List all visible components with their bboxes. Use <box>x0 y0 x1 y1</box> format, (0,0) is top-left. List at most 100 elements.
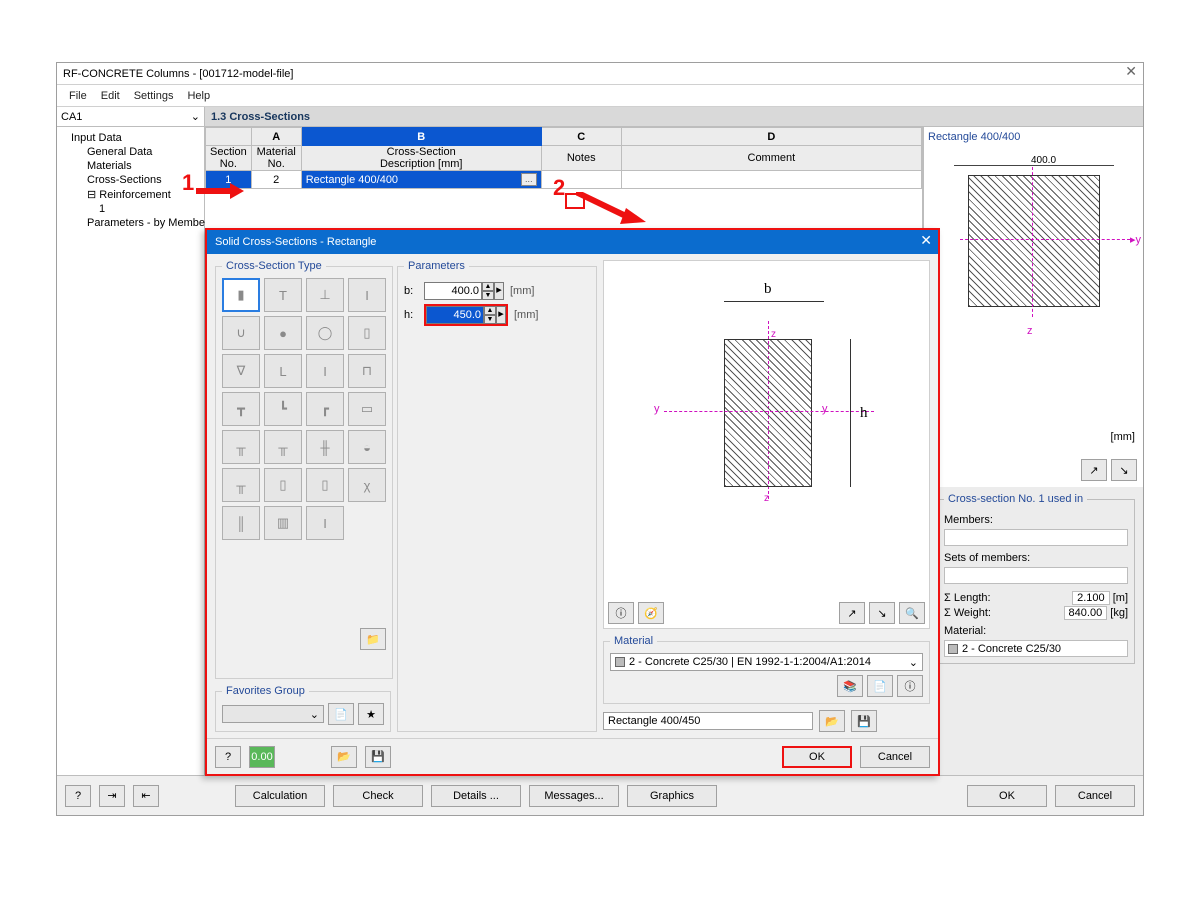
material-group: Material 2 - Concrete C25/30 | EN 1992-1… <box>603 635 930 704</box>
h-pick-button[interactable]: ▸ <box>496 306 506 324</box>
preview-view-1-button[interactable]: ↗ <box>1081 459 1107 481</box>
h-input[interactable] <box>426 306 484 324</box>
shape-generic11-button[interactable]: ▥ <box>264 506 302 540</box>
tree-cross-sections[interactable]: Cross-Sections <box>59 173 202 187</box>
shape-i-narrow-button[interactable]: I <box>348 278 386 312</box>
import-icon-button[interactable]: ⇥ <box>99 785 125 807</box>
help-icon-button[interactable]: ? <box>65 785 91 807</box>
material-info-button[interactable]: ⓘ <box>897 675 923 697</box>
hdr-section-no: Section No. <box>206 146 252 171</box>
shape-generic1-button[interactable]: ▭ <box>348 392 386 426</box>
shape-hollow-rect-button[interactable]: ┏ <box>306 392 344 426</box>
length-value: 2.100 <box>1072 591 1110 605</box>
calculation-button[interactable]: Calculation <box>235 785 325 807</box>
details-button[interactable]: Details ... <box>431 785 521 807</box>
shape-generic6-button[interactable]: ╥ <box>222 468 260 502</box>
material-combo[interactable]: 2 - Concrete C25/30 | EN 1992-1-1:2004/A… <box>610 653 923 671</box>
check-button[interactable]: Check <box>333 785 423 807</box>
b-input[interactable] <box>424 282 482 300</box>
cell-description[interactable]: Rectangle 400/400 … <box>301 171 541 189</box>
export-icon-button[interactable]: ⇤ <box>133 785 159 807</box>
preview-axis1-button[interactable]: ↗ <box>839 602 865 624</box>
shape-circle-button[interactable]: ● <box>264 316 302 350</box>
b-pick-button[interactable]: ▸ <box>494 282 504 300</box>
h-label: h: <box>404 309 418 321</box>
shape-channel-button[interactable]: ∇ <box>222 354 260 388</box>
tree-materials[interactable]: Materials <box>59 159 202 173</box>
shape-z-button[interactable]: I <box>306 354 344 388</box>
cell-comment[interactable] <box>621 171 921 189</box>
spinner-down-icon[interactable]: ▼ <box>484 315 496 324</box>
shape-generic4-button[interactable]: ╫ <box>306 430 344 464</box>
shape-generic9-button[interactable]: χ <box>348 468 386 502</box>
menu-settings[interactable]: Settings <box>134 90 174 102</box>
b-spinner[interactable]: ▲▼ ▸ <box>424 282 504 300</box>
members-value <box>944 529 1128 546</box>
preview-pick-button[interactable]: 🧭 <box>638 602 664 624</box>
shape-oval-button[interactable]: ▯ <box>348 316 386 350</box>
nav-tree[interactable]: Input Data General Data Materials Cross-… <box>57 127 204 775</box>
shape-generic7-button[interactable]: ▯ <box>264 468 302 502</box>
material-lib-button[interactable]: 📚 <box>837 675 863 697</box>
shape-u-button[interactable]: ∪ <box>222 316 260 350</box>
shape-generic3-button[interactable]: ╥ <box>264 430 302 464</box>
material-new-button[interactable]: 📄 <box>867 675 893 697</box>
favorites-new-button[interactable]: 📄 <box>328 703 354 725</box>
tree-reinforcement[interactable]: ⊟ Reinforcement <box>59 187 202 202</box>
shape-generic2-button[interactable]: ╥ <box>222 430 260 464</box>
menu-file[interactable]: File <box>69 90 87 102</box>
shape-plus-button[interactable]: ┗ <box>264 392 302 426</box>
dialog-cancel-button[interactable]: Cancel <box>860 746 930 768</box>
favorites-combo[interactable]: ⌄ <box>222 705 324 723</box>
preview-info-button[interactable]: ⓘ <box>608 602 634 624</box>
shape-t-button[interactable]: T <box>264 278 302 312</box>
spinner-down-icon[interactable]: ▼ <box>482 291 494 300</box>
shape-grid: ▮ T ⊥ I ∪ ● ◯ ▯ ∇ L I ⊓ ┳ ┗ ┏ ▭ ╥ <box>222 278 386 540</box>
dialog-help-button[interactable]: ? <box>215 746 241 768</box>
shape-s-button[interactable]: ⊓ <box>348 354 386 388</box>
h-unit: [mm] <box>514 309 538 321</box>
result-open-button[interactable]: 📂 <box>819 710 845 732</box>
shape-cross-button[interactable]: ┳ <box>222 392 260 426</box>
dialog-save-button[interactable]: 💾 <box>365 746 391 768</box>
preview-axis2-button[interactable]: ↘ <box>869 602 895 624</box>
spinner-up-icon[interactable]: ▲ <box>482 282 494 291</box>
preview-view-2-button[interactable]: ↘ <box>1111 459 1137 481</box>
dialog-units-button[interactable]: 0.00 <box>249 746 275 768</box>
shape-rectangle-button[interactable]: ▮ <box>222 278 260 312</box>
menu-help[interactable]: Help <box>187 90 210 102</box>
main-ok-button[interactable]: OK <box>967 785 1047 807</box>
shape-l-button[interactable]: L <box>264 354 302 388</box>
favorites-manage-button[interactable]: ★ <box>358 703 384 725</box>
main-cancel-button[interactable]: Cancel <box>1055 785 1135 807</box>
window-close-icon[interactable]: ✕ <box>1125 63 1137 80</box>
cell-material-no[interactable]: 2 <box>251 171 301 189</box>
shape-generic8-button[interactable]: ▯ <box>306 468 344 502</box>
module-case-combo[interactable]: CA1 ⌄ <box>57 107 204 127</box>
dialog-ok-button[interactable]: OK <box>782 746 852 768</box>
shape-generic5-button[interactable]: ◒ <box>348 430 386 464</box>
shape-ring-button[interactable]: ◯ <box>306 316 344 350</box>
tree-root[interactable]: Input Data <box>59 131 202 145</box>
result-save-button[interactable]: 💾 <box>851 710 877 732</box>
tree-reinforcement-1[interactable]: 1 <box>59 202 202 216</box>
cell-description-ellipsis-button[interactable]: … <box>521 173 537 186</box>
shape-generic12-button[interactable]: I <box>306 506 344 540</box>
h-spinner[interactable]: ▲▼ ▸ <box>424 304 508 326</box>
messages-button[interactable]: Messages... <box>529 785 619 807</box>
graphics-button[interactable]: Graphics <box>627 785 717 807</box>
sets-value <box>944 567 1128 584</box>
spinner-up-icon[interactable]: ▲ <box>484 306 496 315</box>
tree-params-by-member[interactable]: Parameters - by Member <box>59 216 202 230</box>
tree-general-data[interactable]: General Data <box>59 145 202 159</box>
dialog-close-icon[interactable]: ✕ <box>920 232 932 249</box>
result-name-field[interactable]: Rectangle 400/450 <box>603 712 813 730</box>
b-unit: [mm] <box>510 285 534 297</box>
menu-edit[interactable]: Edit <box>101 90 120 102</box>
type-library-button[interactable]: 📁 <box>360 628 386 650</box>
shape-generic10-button[interactable]: ║ <box>222 506 260 540</box>
preview-zoom-button[interactable]: 🔍 <box>899 602 925 624</box>
material-label: Material: <box>944 625 986 637</box>
shape-inv-t-button[interactable]: ⊥ <box>306 278 344 312</box>
dialog-open-button[interactable]: 📂 <box>331 746 357 768</box>
